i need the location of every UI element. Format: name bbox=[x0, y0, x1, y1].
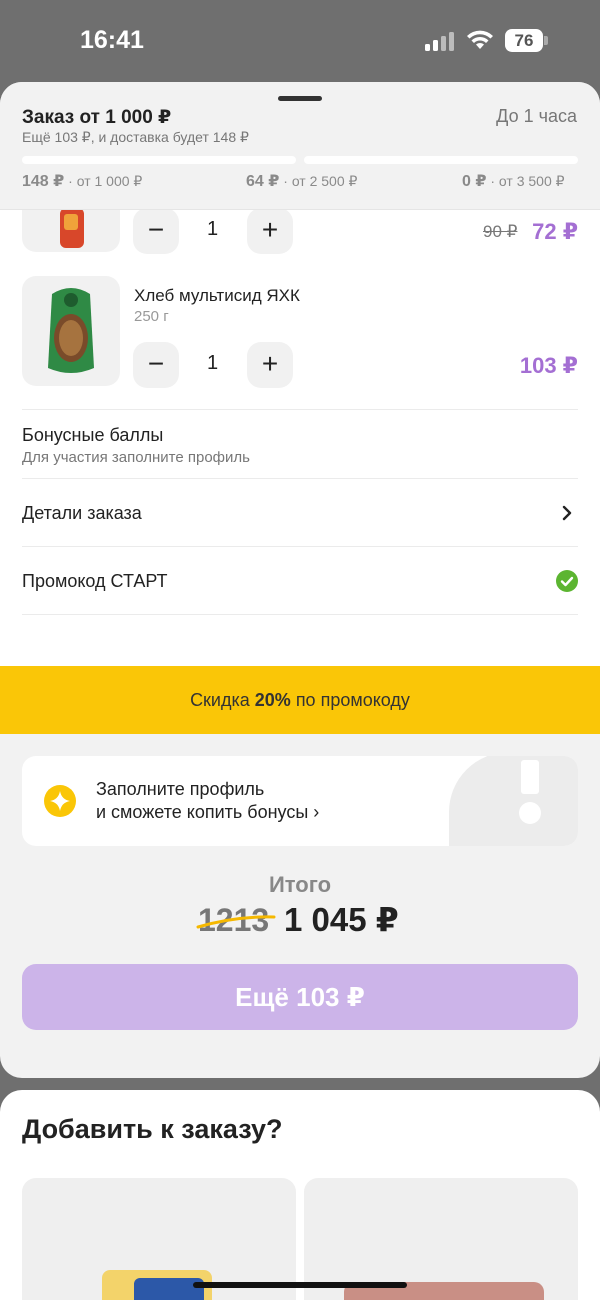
item-price: 103 ₽ bbox=[519, 353, 578, 378]
tier-threshold: · от 1 000 ₽ bbox=[64, 173, 143, 189]
exclamation-decoration bbox=[449, 756, 578, 846]
status-bar: 16:41 76 bbox=[0, 0, 600, 84]
delivery-tier: 0 ₽ · от 3 500 ₽ bbox=[462, 171, 565, 191]
exclamation-dot bbox=[519, 802, 541, 824]
decrease-quantity-button[interactable]: − bbox=[133, 208, 179, 254]
decrease-quantity-button[interactable]: − bbox=[133, 342, 179, 388]
delivery-header: Заказ от 1 000 ₽ Ещё 103 ₽, и доставка б… bbox=[0, 82, 600, 210]
delivery-hint: Ещё 103 ₽, и доставка будет 148 ₽ bbox=[22, 129, 249, 145]
bonus-points-hint: Для участия заполните профиль bbox=[22, 449, 250, 466]
cart-item: − 1 + 90 ₽ 72 ₽ bbox=[0, 142, 600, 270]
product-weight: 250 г bbox=[134, 308, 169, 325]
product-image[interactable] bbox=[22, 276, 120, 386]
cart-items-list[interactable]: − 1 + 90 ₽ 72 ₽ Хлеб мультисид ЯХК 250 г… bbox=[0, 142, 600, 666]
tier-threshold: · от 3 500 ₽ bbox=[486, 173, 565, 189]
quantity-value: 1 bbox=[207, 352, 219, 374]
promo-banner-suffix: по промокоду bbox=[290, 690, 410, 710]
chevron-right-icon bbox=[562, 505, 572, 521]
delivery-tier: 148 ₽ · от 1 000 ₽ bbox=[22, 171, 142, 191]
total-label: Итого bbox=[268, 872, 332, 897]
product-image-art bbox=[48, 288, 94, 373]
tier-threshold: · от 2 500 ₽ bbox=[279, 173, 358, 189]
delivery-progress-segment bbox=[304, 156, 578, 164]
delivery-tier: 64 ₽ · от 2 500 ₽ bbox=[246, 171, 357, 191]
increase-quantity-button[interactable]: + bbox=[247, 208, 293, 254]
cart-item: Хлеб мультисид ЯХК 250 г − 1 + 103 ₽ bbox=[0, 276, 600, 410]
order-details-title: Детали заказа bbox=[22, 503, 142, 523]
sparkle-glyph bbox=[50, 791, 70, 811]
total-new-price: 1 045 ₽ bbox=[284, 901, 399, 938]
product-name: Хлеб мультисид ЯХК bbox=[134, 286, 300, 305]
item-price: 72 ₽ bbox=[532, 219, 578, 244]
old-price: 90 ₽ bbox=[483, 222, 518, 241]
tier-fee: 148 ₽ bbox=[22, 173, 65, 190]
fill-profile-text: Заполните профиль и сможете копить бонус… bbox=[96, 778, 319, 824]
promo-code-row[interactable]: Промокод СТАРТ bbox=[22, 546, 578, 615]
promo-banner-prefix: Скидка bbox=[190, 690, 255, 710]
home-indicator[interactable] bbox=[193, 1282, 407, 1288]
delivery-progress-segment bbox=[22, 156, 296, 164]
quantity-value: 1 bbox=[207, 218, 219, 240]
sparkle-icon bbox=[44, 785, 76, 817]
battery-indicator: 76 bbox=[505, 29, 543, 52]
upsell-sheet: Добавить к заказу? bbox=[0, 1090, 600, 1300]
order-min-title: Заказ от 1 000 ₽ bbox=[22, 107, 172, 128]
delivery-eta: До 1 часа bbox=[496, 106, 577, 126]
cellular-signal-icon bbox=[425, 32, 454, 51]
tier-fee: 64 ₽ bbox=[246, 173, 280, 190]
bonus-points-row[interactable]: Бонусные баллы Для участия заполните про… bbox=[22, 409, 578, 478]
battery-cap bbox=[544, 36, 548, 45]
checkout-button[interactable]: Ещё 103 ₽ bbox=[22, 964, 578, 1030]
check-circle-icon bbox=[556, 570, 578, 592]
upsell-title: Добавить к заказу? bbox=[22, 1114, 283, 1144]
tier-fee: 0 ₽ bbox=[462, 173, 487, 190]
strikethrough-mark bbox=[196, 915, 276, 929]
status-time: 16:41 bbox=[80, 26, 144, 54]
promo-discount-banner: Скидка 20% по промокоду bbox=[0, 666, 600, 734]
promo-code-title: Промокод СТАРТ bbox=[22, 571, 168, 591]
promo-banner-percent: 20% bbox=[254, 690, 291, 710]
sheet-grabber[interactable] bbox=[278, 96, 322, 101]
order-details-row[interactable]: Детали заказа bbox=[22, 478, 578, 546]
exclamation-bar bbox=[521, 760, 539, 794]
fill-profile-line1: Заполните профиль bbox=[96, 779, 265, 799]
fill-profile-line2: и сможете копить бонусы › bbox=[96, 802, 320, 822]
cart-sheet: Заказ от 1 000 ₽ Ещё 103 ₽, и доставка б… bbox=[0, 82, 600, 1078]
fill-profile-card[interactable]: Заполните профиль и сможете копить бонус… bbox=[22, 756, 578, 846]
wifi-icon bbox=[467, 30, 493, 49]
bonus-points-title: Бонусные баллы bbox=[22, 425, 164, 445]
increase-quantity-button[interactable]: + bbox=[247, 342, 293, 388]
